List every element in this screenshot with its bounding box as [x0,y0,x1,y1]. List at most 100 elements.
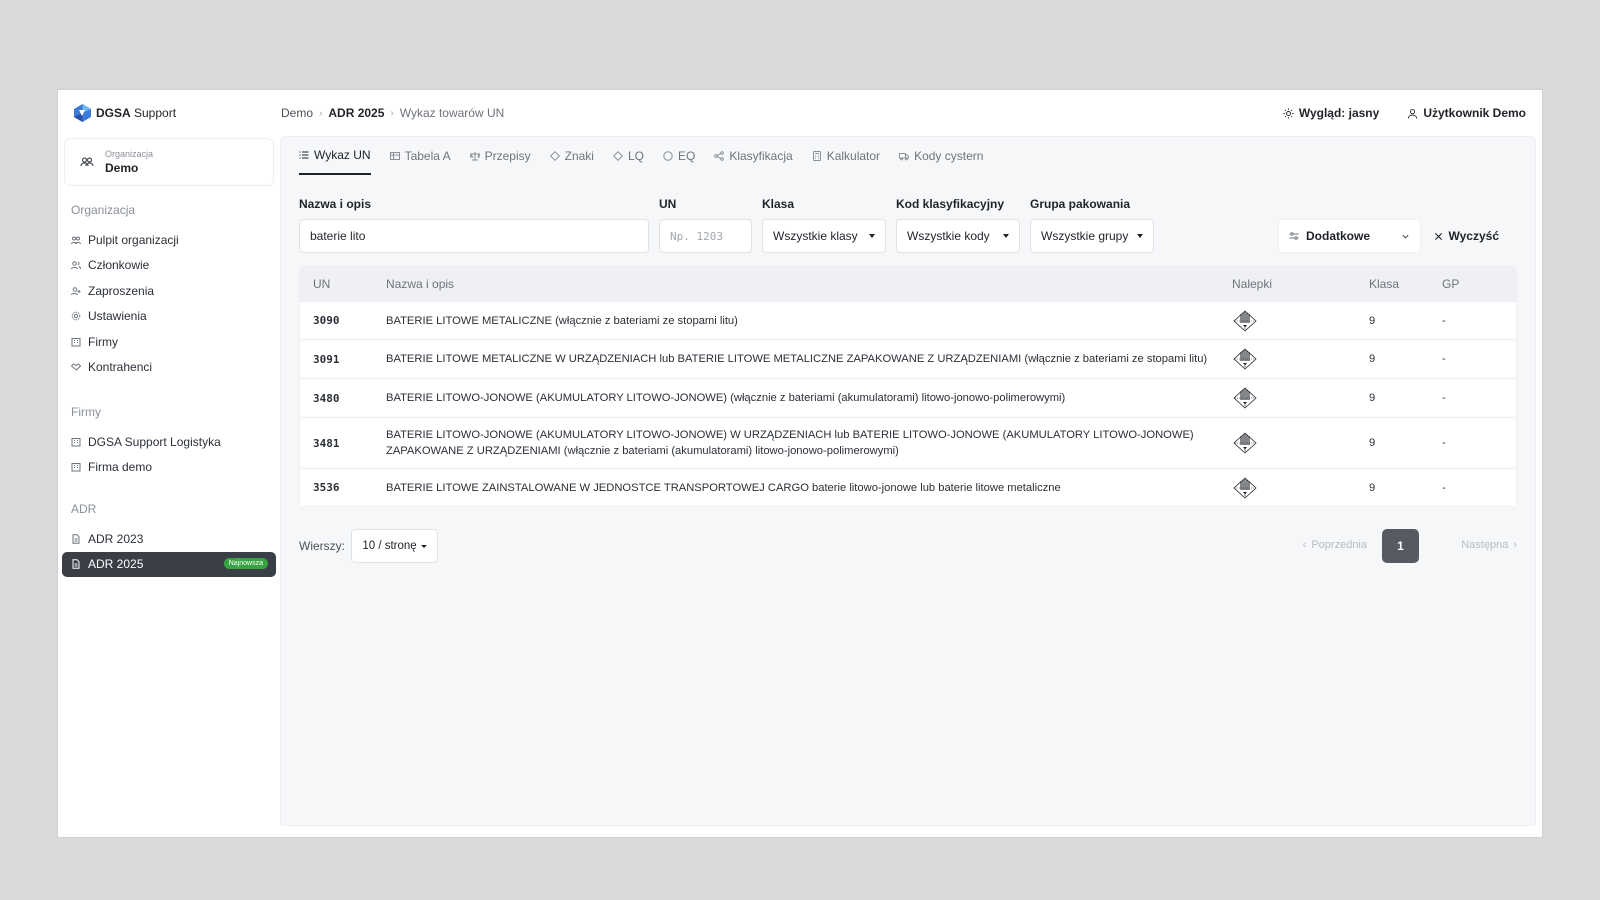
class-select[interactable]: Wszystkie klasy [762,219,886,253]
caret-down-icon [420,544,427,548]
tab-label: LQ [627,149,644,163]
invite-icon [71,286,81,295]
header-class[interactable]: Klasa [1369,277,1442,291]
breadcrumb-demo[interactable]: Demo [281,106,313,120]
table-row[interactable]: 3090 BATERIE LITOWE METALICZNE (włącznie … [300,301,1516,339]
document-icon [72,534,80,544]
class-9-label-icon [1233,387,1257,409]
theme-toggle-button[interactable]: Wygląd: jasny [1283,106,1379,120]
table-row[interactable]: 3536 BATERIE LITOWE ZAINSTALOWANE W JEDNO… [300,468,1516,506]
tab-kody-cystern[interactable]: Kody cystern [899,137,983,175]
table-row[interactable]: 3091 BATERIE LITOWE METALICZNE W URZĄDZEN… [300,339,1516,378]
sidebar-item-label: Firma demo [88,460,153,475]
table-icon [389,152,400,160]
newest-badge: Najnowsza [223,557,268,569]
tab-klasyfikacja[interactable]: Klasyfikacja [714,137,793,175]
header-name[interactable]: Nazwa i opis [386,276,1232,292]
user-menu-button[interactable]: Użytkownik Demo [1407,106,1526,120]
table-body: 3090 BATERIE LITOWE METALICZNE (włącznie … [300,301,1516,506]
sidebar-item-firmy[interactable]: Firmy [58,329,280,355]
tab-eq[interactable]: EQ [663,137,695,175]
tab-label: Tabela A [404,149,451,163]
diamond-icon [549,151,560,161]
sun-icon [1283,107,1294,119]
tab-znaki[interactable]: Znaki [549,137,594,175]
header-gp[interactable]: GP [1442,277,1502,291]
tab-kalkulator[interactable]: Kalkulator [812,137,880,175]
sidebar-item-ustawienia[interactable]: Ustawienia [58,304,280,330]
breadcrumb-adr-2025[interactable]: ADR 2025 [328,106,384,120]
previous-label: Poprzednia [1311,539,1367,551]
sidebar-item-czlonkowie[interactable]: Członkowie [58,253,280,279]
cell-class: 9 [1369,481,1376,494]
cell-labels [1232,432,1369,454]
tab-label: Wykaz UN [314,148,371,162]
brand-name: DGSA Support [96,106,177,120]
name-search-input[interactable]: baterie lito [299,219,649,253]
chevron-right-icon: › [390,107,394,119]
clear-filters-button[interactable]: Wyczyść [1434,219,1499,253]
main-panel: Wykaz UN Tabela A Przepisy Znaki LQ EQ K… [280,136,1536,826]
un-number-input[interactable]: Np. 1203 [659,219,752,253]
org-name: Demo [105,161,139,175]
sidebar-item-label: Zaproszenia [88,283,155,298]
handshake-icon [71,363,81,371]
tab-przepisy[interactable]: Przepisy [469,137,531,175]
building-icon [71,337,81,347]
filter-group: Grupa pakowania Wszystkie grupy [1030,197,1154,253]
cell-gp: - [1442,314,1446,327]
cell-labels [1232,348,1369,370]
cell-class: 9 [1369,392,1376,404]
sidebar-item-label: Pulpit organizacji [88,232,179,247]
packing-group-select[interactable]: Wszystkie grupy [1030,219,1154,253]
filter-label: Kod klasyfikacyjny [896,197,1005,211]
caret-down-icon [1003,234,1009,238]
list-icon [299,151,309,159]
rows-per-page-select[interactable]: 10 / stronę [351,529,438,563]
filter-label: UN [659,197,677,211]
cell-name: BATERIE LITOWE ZAINSTALOWANE W JEDNOSTCE… [386,481,1061,494]
tab-label: Kalkulator [826,149,881,163]
document-icon [72,559,80,569]
cell-gp: - [1442,481,1446,494]
header-un[interactable]: UN [300,277,386,291]
cell-name: BATERIE LITOWE METALICZNE (włącznie z ba… [386,314,738,327]
caret-down-icon [869,234,875,238]
next-label: Następna [1461,539,1509,551]
members-icon [71,261,81,270]
page-button-current[interactable]: 1 [1382,529,1419,563]
brand[interactable]: DGSA Support [74,104,176,122]
tab-tabela-a[interactable]: Tabela A [389,137,451,175]
sidebar-item-zaproszenia[interactable]: Zaproszenia [58,278,280,304]
top-actions: Wygląd: jasny Użytkownik Demo [1283,106,1526,120]
table-header: UN Nazwa i opis Nalepki Klasa GP [300,267,1516,301]
cell-gp: - [1442,392,1446,404]
sidebar-item-adr-2025[interactable]: ADR 2025 Najnowsza [62,551,276,577]
select-value: Wszystkie klasy [773,229,858,243]
classification-code-select[interactable]: Wszystkie kody [896,219,1020,253]
tab-label: Kody cystern [914,149,984,163]
sidebar-item-label: Ustawienia [88,309,147,324]
cell-un: 3480 [313,391,340,405]
additional-label: Dodatkowe [1306,229,1371,243]
table-row[interactable]: 3481 BATERIE LITOWO-JONOWE (AKUMULATORY L… [300,417,1516,468]
filter-label: Nazwa i opis [299,197,372,211]
organization-switcher[interactable]: Organizacja Demo [64,138,274,186]
sidebar-item-kontrahenci[interactable]: Kontrahenci [58,355,280,381]
sidebar-item-pulpit[interactable]: Pulpit organizacji [58,227,280,253]
topbar: Demo › ADR 2025 › Wykaz towarów UN Wyglą… [280,90,1542,136]
sidebar-item-dgsa-logistyka[interactable]: DGSA Support Logistyka [58,429,280,455]
tab-label: Przepisy [484,149,531,163]
sidebar-item-firma-demo[interactable]: Firma demo [58,455,280,481]
additional-filters-button[interactable]: Dodatkowe [1278,219,1421,253]
table-row[interactable]: 3480 BATERIE LITOWO-JONOWE (AKUMULATORY L… [300,378,1516,417]
nav-section-title: ADR [71,502,97,516]
tab-wykaz-un[interactable]: Wykaz UN [299,137,371,175]
tab-lq[interactable]: LQ [612,137,644,175]
next-page-button[interactable]: Następna › [1461,539,1517,551]
cell-class: 9 [1369,437,1376,449]
chevron-down-icon [1402,234,1409,239]
sidebar-item-adr-2023[interactable]: ADR 2023 [58,526,280,552]
cell-gp: - [1442,353,1446,365]
previous-page-button[interactable]: ‹ Poprzednia [1303,539,1367,551]
